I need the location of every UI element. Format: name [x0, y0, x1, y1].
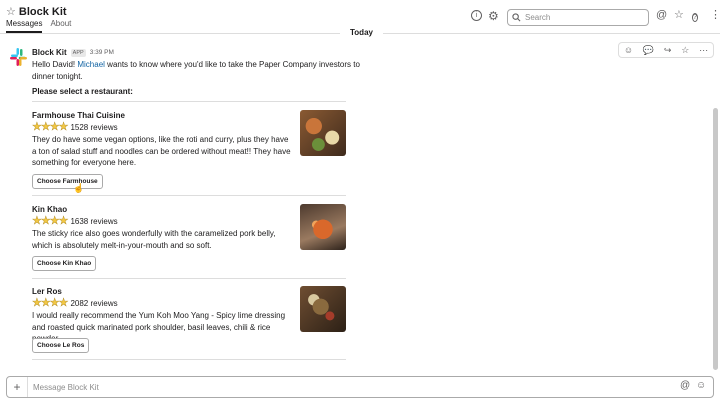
tab-about[interactable]: About	[50, 19, 71, 33]
section-divider	[32, 101, 346, 102]
message-actions-toolbar: ☺ 💬 ↪ ☆ ⋯	[618, 42, 714, 58]
day-divider-label[interactable]: Today	[340, 28, 383, 37]
more-vertical-icon[interactable]: ⋮	[710, 10, 720, 21]
restaurant-rating: ★★★★ 1528 reviews	[32, 121, 118, 133]
channel-title[interactable]: Block Kit	[19, 6, 67, 18]
restaurant-rating: ★★★★ 1638 reviews	[32, 215, 118, 227]
star-message-icon[interactable]: ☆	[681, 45, 689, 56]
gear-icon: ⚙	[488, 9, 499, 23]
restaurant-photo	[300, 286, 346, 332]
emoji-icon[interactable]: ☺	[696, 381, 706, 391]
help-button[interactable]: ?	[692, 11, 698, 22]
choose-le-ros-button[interactable]: Choose Le Ros	[32, 338, 90, 353]
choose-kin-khao-button[interactable]: Choose Kin Khao	[32, 256, 97, 271]
message-text: Hello David! Michael wants to know where…	[32, 59, 362, 82]
message-composer: + @ ☺	[6, 376, 714, 398]
settings-button[interactable]: ⚙	[488, 10, 499, 22]
add-attachment-button[interactable]: +	[7, 377, 28, 397]
restaurant-description: They do have some vegan options, like th…	[32, 135, 291, 167]
share-message-icon[interactable]: ↪	[664, 45, 672, 56]
info-icon: i	[471, 10, 482, 21]
restaurant-photo	[300, 204, 346, 250]
mention-icon[interactable]: @	[680, 381, 690, 391]
mentions-icon[interactable]: @	[656, 10, 667, 21]
app-badge: APP	[70, 48, 86, 57]
select-prompt: Please select a restaurant:	[32, 87, 133, 96]
pointer-cursor-icon: ☝	[73, 183, 85, 193]
section-divider	[32, 195, 346, 196]
search-box[interactable]	[507, 9, 649, 26]
user-mention[interactable]: Michael	[77, 60, 105, 69]
search-icon	[512, 13, 521, 22]
message-text-start: Hello David!	[32, 60, 78, 69]
review-count: 1638 reviews	[70, 217, 118, 226]
details-button[interactable]: i	[471, 10, 482, 21]
add-reaction-icon[interactable]: ☺	[624, 45, 633, 55]
message-list-scrollbar[interactable]	[713, 108, 718, 370]
more-actions-icon[interactable]: ⋯	[699, 45, 708, 56]
app-avatar[interactable]	[9, 47, 29, 67]
star-outline-icon[interactable]: ☆	[6, 6, 16, 18]
review-count: 2082 reviews	[70, 299, 118, 308]
restaurant-name: Kin Khao	[32, 205, 68, 214]
sender-name[interactable]: Block Kit	[32, 48, 67, 57]
restaurant-rating: ★★★★ 2082 reviews	[32, 297, 118, 309]
message-header: Block Kit APP 3:39 PM	[32, 48, 114, 57]
restaurant-photo	[300, 110, 346, 156]
section-divider	[32, 278, 346, 279]
channel-tabs: Messages About	[6, 19, 71, 33]
restaurant-name: Farmhouse Thai Cuisine	[32, 111, 125, 120]
tab-messages[interactable]: Messages	[6, 19, 43, 33]
reply-thread-icon[interactable]: 💬	[643, 45, 654, 56]
review-count: 1528 reviews	[70, 123, 118, 132]
star-rating-icon: ★★★★	[32, 297, 69, 309]
restaurant-name: Ler Ros	[32, 287, 62, 296]
starred-items-icon[interactable]: ☆	[674, 10, 684, 21]
star-rating-icon: ★★★★	[32, 215, 69, 227]
message-input[interactable]	[33, 381, 633, 393]
choose-farmhouse-button[interactable]: Choose Farmhouse	[32, 174, 103, 189]
star-rating-icon: ★★★★	[32, 121, 69, 133]
search-input[interactable]	[525, 13, 635, 22]
channel-title-row: ☆ Block Kit	[6, 6, 67, 18]
section-divider	[32, 359, 346, 360]
message-timestamp[interactable]: 3:39 PM	[90, 49, 114, 56]
restaurant-description: The sticky rice also goes wonderfully wi…	[32, 229, 276, 250]
help-icon: ?	[692, 13, 698, 22]
